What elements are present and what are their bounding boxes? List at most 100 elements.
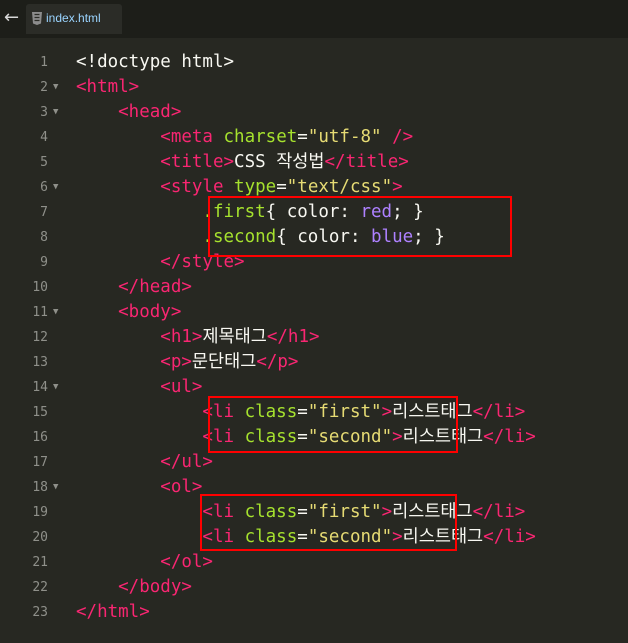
code-text: <ol> bbox=[76, 475, 202, 500]
code-line[interactable]: 22 </body> bbox=[0, 575, 628, 600]
code-text: </head> bbox=[76, 275, 192, 300]
line-number: 22 bbox=[32, 580, 48, 595]
code-line[interactable]: 23 </html> bbox=[0, 600, 628, 625]
code-line[interactable]: 2 ▼ <html> bbox=[0, 75, 628, 100]
line-number: 8 bbox=[40, 230, 48, 245]
code-text: <!doctype html> bbox=[76, 50, 234, 75]
line-number: 12 bbox=[32, 330, 48, 345]
fold-arrow-icon[interactable]: ▼ bbox=[53, 100, 58, 125]
highlight-box-ul-items bbox=[208, 396, 458, 453]
tab-index-html[interactable]: index.html bbox=[26, 4, 122, 34]
token-tag: </ul> bbox=[76, 452, 213, 472]
code-text: <head> bbox=[76, 100, 181, 125]
token-tag: <title> bbox=[76, 152, 235, 172]
code-line[interactable]: 10 </head> bbox=[0, 275, 628, 300]
back-arrow-icon[interactable]: ← bbox=[4, 6, 22, 30]
html5-file-icon bbox=[32, 12, 42, 25]
line-number: 5 bbox=[40, 155, 48, 170]
token-plain: 제목태그 bbox=[202, 327, 267, 347]
line-number: 19 bbox=[32, 505, 48, 520]
line-number: 10 bbox=[32, 280, 48, 295]
token-plain: 문단태그 bbox=[191, 352, 257, 372]
code-line[interactable]: 13 <p>문단태그</p> bbox=[0, 350, 628, 375]
token-plain: = bbox=[297, 127, 308, 147]
line-number: 20 bbox=[32, 530, 48, 545]
fold-arrow-icon[interactable]: ▼ bbox=[53, 175, 58, 200]
token-plain: CSS 작성법 bbox=[234, 152, 325, 172]
token-attr: type bbox=[234, 177, 277, 197]
code-text: </ul> bbox=[76, 450, 213, 475]
token-plain: <!doctype html> bbox=[76, 52, 235, 72]
line-number: 16 bbox=[32, 430, 48, 445]
code-text: </ol> bbox=[76, 550, 213, 575]
line-number: 17 bbox=[32, 455, 48, 470]
line-number: 9 bbox=[40, 255, 48, 270]
fold-arrow-icon[interactable]: ▼ bbox=[53, 375, 58, 400]
code-line[interactable]: 21 </ol> bbox=[0, 550, 628, 575]
fold-arrow-icon[interactable]: ▼ bbox=[53, 475, 58, 500]
code-line[interactable]: 1 <!doctype html> bbox=[0, 50, 628, 75]
code-editor[interactable]: 1 <!doctype html> 2 ▼ <html> 3 ▼ <head> 4 <meta… bbox=[0, 50, 628, 643]
token-tag: <html> bbox=[76, 77, 140, 97]
token-tag: /> bbox=[381, 127, 414, 147]
line-number: 4 bbox=[40, 130, 48, 145]
code-text: </html> bbox=[76, 600, 150, 625]
token-tag: </html> bbox=[76, 602, 150, 622]
code-line[interactable]: 12 <h1>제목태그</h1> bbox=[0, 325, 628, 350]
code-text: <body> bbox=[76, 300, 181, 325]
tab-bar: ← index.html bbox=[0, 0, 628, 38]
line-number: 3 bbox=[40, 105, 48, 120]
code-line[interactable]: 4 <meta charset="utf-8" /> bbox=[0, 125, 628, 150]
code-text: <h1>제목태그</h1> bbox=[76, 325, 320, 350]
token-tag: </title> bbox=[324, 152, 409, 172]
token-str: "utf-8" bbox=[307, 127, 382, 147]
token-tag: </h1> bbox=[266, 327, 320, 347]
line-number: 14 bbox=[32, 380, 48, 395]
tab-title: index.html bbox=[46, 11, 101, 25]
code-text: </body> bbox=[76, 575, 192, 600]
code-line[interactable]: 5 <title>CSS 작성법</title> bbox=[0, 150, 628, 175]
highlight-box-ol-items bbox=[200, 494, 457, 551]
token-tag: </head> bbox=[76, 277, 192, 297]
token-tag: </li> bbox=[483, 427, 536, 447]
code-line[interactable]: 11 ▼ <body> bbox=[0, 300, 628, 325]
token-plain: = bbox=[276, 177, 287, 197]
token-tag: </li> bbox=[483, 527, 536, 547]
token-tag: </li> bbox=[472, 502, 526, 522]
token-tag: </li> bbox=[472, 402, 526, 422]
token-tag: <p> bbox=[76, 352, 192, 372]
token-tag: </p> bbox=[256, 352, 299, 372]
code-text: <meta charset="utf-8" /> bbox=[76, 125, 413, 150]
token-str: "text/css" bbox=[286, 177, 393, 197]
line-number: 11 bbox=[32, 305, 48, 320]
line-number: 18 bbox=[32, 480, 48, 495]
code-text: <p>문단태그</p> bbox=[76, 350, 298, 375]
fold-arrow-icon[interactable]: ▼ bbox=[53, 75, 58, 100]
highlight-box-css-rules bbox=[208, 196, 512, 257]
line-number: 23 bbox=[32, 605, 48, 620]
token-tag: <head> bbox=[76, 102, 182, 122]
token-tag: </ol> bbox=[76, 552, 213, 572]
fold-arrow-icon[interactable]: ▼ bbox=[53, 300, 58, 325]
token-tag: <style bbox=[76, 177, 235, 197]
token-attr: charset bbox=[223, 127, 298, 147]
code-text: <html> bbox=[76, 75, 139, 100]
line-number: 6 bbox=[40, 180, 48, 195]
line-number: 13 bbox=[32, 355, 48, 370]
token-tag: <ol> bbox=[76, 477, 203, 497]
code-text: <ul> bbox=[76, 375, 202, 400]
line-number: 7 bbox=[40, 205, 48, 220]
token-tag: <meta bbox=[76, 127, 224, 147]
line-number: 1 bbox=[40, 55, 48, 70]
line-number: 15 bbox=[32, 405, 48, 420]
code-line[interactable]: 17 </ul> bbox=[0, 450, 628, 475]
line-number: 21 bbox=[32, 555, 48, 570]
code-line[interactable]: 3 ▼ <head> bbox=[0, 100, 628, 125]
token-tag: <h1> bbox=[76, 327, 203, 347]
code-text: <title>CSS 작성법</title> bbox=[76, 150, 409, 175]
token-tag: <ul> bbox=[76, 377, 203, 397]
token-tag: <body> bbox=[76, 302, 182, 322]
token-tag: > bbox=[392, 177, 403, 197]
line-number: 2 bbox=[40, 80, 48, 95]
token-tag: </body> bbox=[76, 577, 192, 597]
